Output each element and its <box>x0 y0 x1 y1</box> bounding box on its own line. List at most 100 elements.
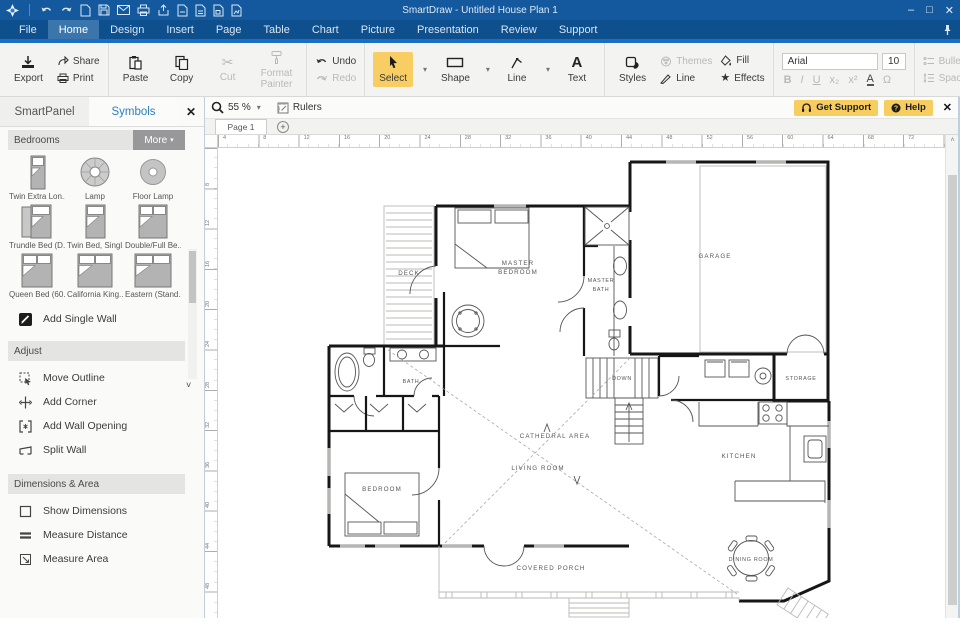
line-tool-button[interactable]: Line <box>498 52 536 87</box>
line-style-button[interactable]: Line <box>660 73 712 84</box>
shape-dropdown-caret[interactable]: ▾ <box>486 65 490 74</box>
symbol-twin-extra-long[interactable]: Twin Extra Lon... <box>8 152 66 201</box>
symbol-button: Ω <box>883 74 891 86</box>
tab-symbols[interactable]: Symbols <box>89 97 178 126</box>
menu-presentation[interactable]: Presentation <box>406 20 490 39</box>
menu-home[interactable]: Home <box>48 20 99 39</box>
text-tool-button[interactable]: A Text <box>558 53 596 87</box>
symbols-scroll-down-icon[interactable]: ˅ <box>186 380 191 390</box>
menu-support[interactable]: Support <box>548 20 609 39</box>
ruler-corner <box>205 135 218 148</box>
menu-insert[interactable]: Insert <box>155 20 205 39</box>
maximize-button[interactable]: □ <box>926 4 933 17</box>
font-size-input[interactable]: 10 <box>882 53 906 70</box>
split-wall-button[interactable]: Split Wall <box>0 438 204 462</box>
format-painter-button: Format Painter <box>255 47 299 93</box>
menu-bar: File Home Design Insert Page Table Chart… <box>0 20 960 39</box>
document-action-icon[interactable] <box>195 4 206 17</box>
symbol-scrollbar[interactable] <box>188 249 197 379</box>
dining-room: DINING ROOM <box>727 536 776 581</box>
tab-smartpanel[interactable]: SmartPanel <box>0 97 89 126</box>
title-bar: SmartDraw - Untitled House Plan 1 – □ ✕ <box>0 0 960 20</box>
export-icon[interactable] <box>157 4 170 16</box>
styles-button[interactable]: Styles <box>613 52 652 87</box>
menu-table[interactable]: Table <box>253 20 301 39</box>
add-wall-opening-button[interactable]: Add Wall Opening <box>0 414 204 438</box>
master-bath: MASTER BATH <box>558 206 629 356</box>
sidebar-close-button[interactable]: ✕ <box>178 97 204 126</box>
show-dimensions-button[interactable]: Show Dimensions <box>0 499 204 523</box>
split-wall-icon <box>18 443 33 458</box>
menu-page[interactable]: Page <box>205 20 253 39</box>
export-button[interactable]: Export <box>8 52 49 87</box>
get-support-button[interactable]: Get Support <box>794 100 878 116</box>
select-dropdown-caret[interactable]: ▾ <box>423 65 427 74</box>
font-color-button[interactable]: A <box>867 74 874 86</box>
symbol-twin-bed[interactable]: Twin Bed, Singl... <box>66 201 124 250</box>
svg-text:BEDROOM: BEDROOM <box>498 269 538 276</box>
move-outline-button[interactable]: Move Outline <box>0 366 204 390</box>
document-action-icon[interactable] <box>213 4 224 17</box>
rulers-toggle[interactable]: Rulers <box>277 102 322 114</box>
minimize-button[interactable]: – <box>908 4 914 17</box>
symbol-trundle-bed[interactable]: Trundle Bed (D... <box>8 201 66 250</box>
menu-review[interactable]: Review <box>490 20 548 39</box>
new-document-icon[interactable] <box>80 4 91 17</box>
symbol-eastern-king-bed[interactable]: Eastern (Stand... <box>124 250 182 299</box>
spacing-button: Spacing <box>923 73 960 84</box>
copy-button[interactable]: Copy <box>163 52 201 87</box>
svg-text:GARAGE: GARAGE <box>698 253 731 260</box>
undo-icon[interactable] <box>40 4 53 16</box>
shape-tool-button[interactable]: Shape <box>435 52 476 87</box>
paste-button[interactable]: Paste <box>117 52 155 87</box>
scrollbar-thumb[interactable] <box>948 175 957 605</box>
help-icon: ? <box>891 103 901 113</box>
email-icon[interactable] <box>117 5 130 15</box>
measure-area-button[interactable]: Measure Area <box>0 547 204 571</box>
add-page-button[interactable]: + <box>277 121 289 133</box>
more-button[interactable]: More▾ <box>133 130 185 150</box>
symbol-california-king-bed[interactable]: California King... <box>66 250 124 299</box>
drawing-canvas[interactable]: DECK GARAGE STORAGE MASTER BEDROOM <box>218 148 945 618</box>
effects-button[interactable]: ★Effects <box>720 72 764 85</box>
symbol-double-full-bed[interactable]: Double/Full Be... <box>124 201 182 250</box>
document-action-icon[interactable] <box>231 4 242 17</box>
measure-distance-icon <box>18 528 33 543</box>
select-tool-button[interactable]: Select <box>373 52 413 87</box>
vertical-scrollbar[interactable]: ˄ <box>945 135 958 618</box>
menu-chart[interactable]: Chart <box>301 20 350 39</box>
symbol-lamp[interactable]: Lamp <box>66 152 124 201</box>
share-button[interactable]: Share <box>57 56 100 67</box>
pin-ribbon-icon[interactable] <box>943 20 952 39</box>
canvas-close-button[interactable]: ✕ <box>943 101 952 114</box>
add-corner-button[interactable]: Add Corner <box>0 390 204 414</box>
close-button[interactable]: ✕ <box>945 4 954 17</box>
menu-design[interactable]: Design <box>99 20 155 39</box>
headset-icon <box>801 103 812 113</box>
living-room: CATHEDRAL AREA LIVING ROOM <box>388 350 737 594</box>
help-button[interactable]: ? Help <box>884 100 933 116</box>
measure-distance-button[interactable]: Measure Distance <box>0 523 204 547</box>
zoom-control[interactable]: 55 % ▾ <box>211 101 261 114</box>
superscript-button: x² <box>848 74 857 86</box>
symbol-floor-lamp[interactable]: Floor Lamp <box>124 152 182 201</box>
print-button[interactable]: Print <box>57 73 100 84</box>
menu-file[interactable]: File <box>8 20 48 39</box>
svg-text:MASTER: MASTER <box>502 260 534 267</box>
document-action-icon[interactable] <box>177 4 188 17</box>
bold-button: B <box>784 74 792 86</box>
add-single-wall-button[interactable]: Add Single Wall <box>0 307 204 331</box>
font-family-input[interactable]: Arial <box>782 53 878 70</box>
menu-picture[interactable]: Picture <box>350 20 406 39</box>
print-icon[interactable] <box>137 4 150 16</box>
line-dropdown-caret[interactable]: ▾ <box>546 65 550 74</box>
redo-icon[interactable] <box>60 4 73 16</box>
save-icon[interactable] <box>98 4 110 16</box>
page-tab[interactable]: Page 1 <box>215 119 267 134</box>
magnifier-icon <box>211 101 224 114</box>
svg-text:LIVING ROOM: LIVING ROOM <box>511 465 564 472</box>
undo-button[interactable]: Undo <box>315 56 356 67</box>
fill-button[interactable]: Fill <box>720 55 764 66</box>
symbol-queen-bed[interactable]: Queen Bed (60... <box>8 250 66 299</box>
themes-button: Themes <box>660 56 712 67</box>
